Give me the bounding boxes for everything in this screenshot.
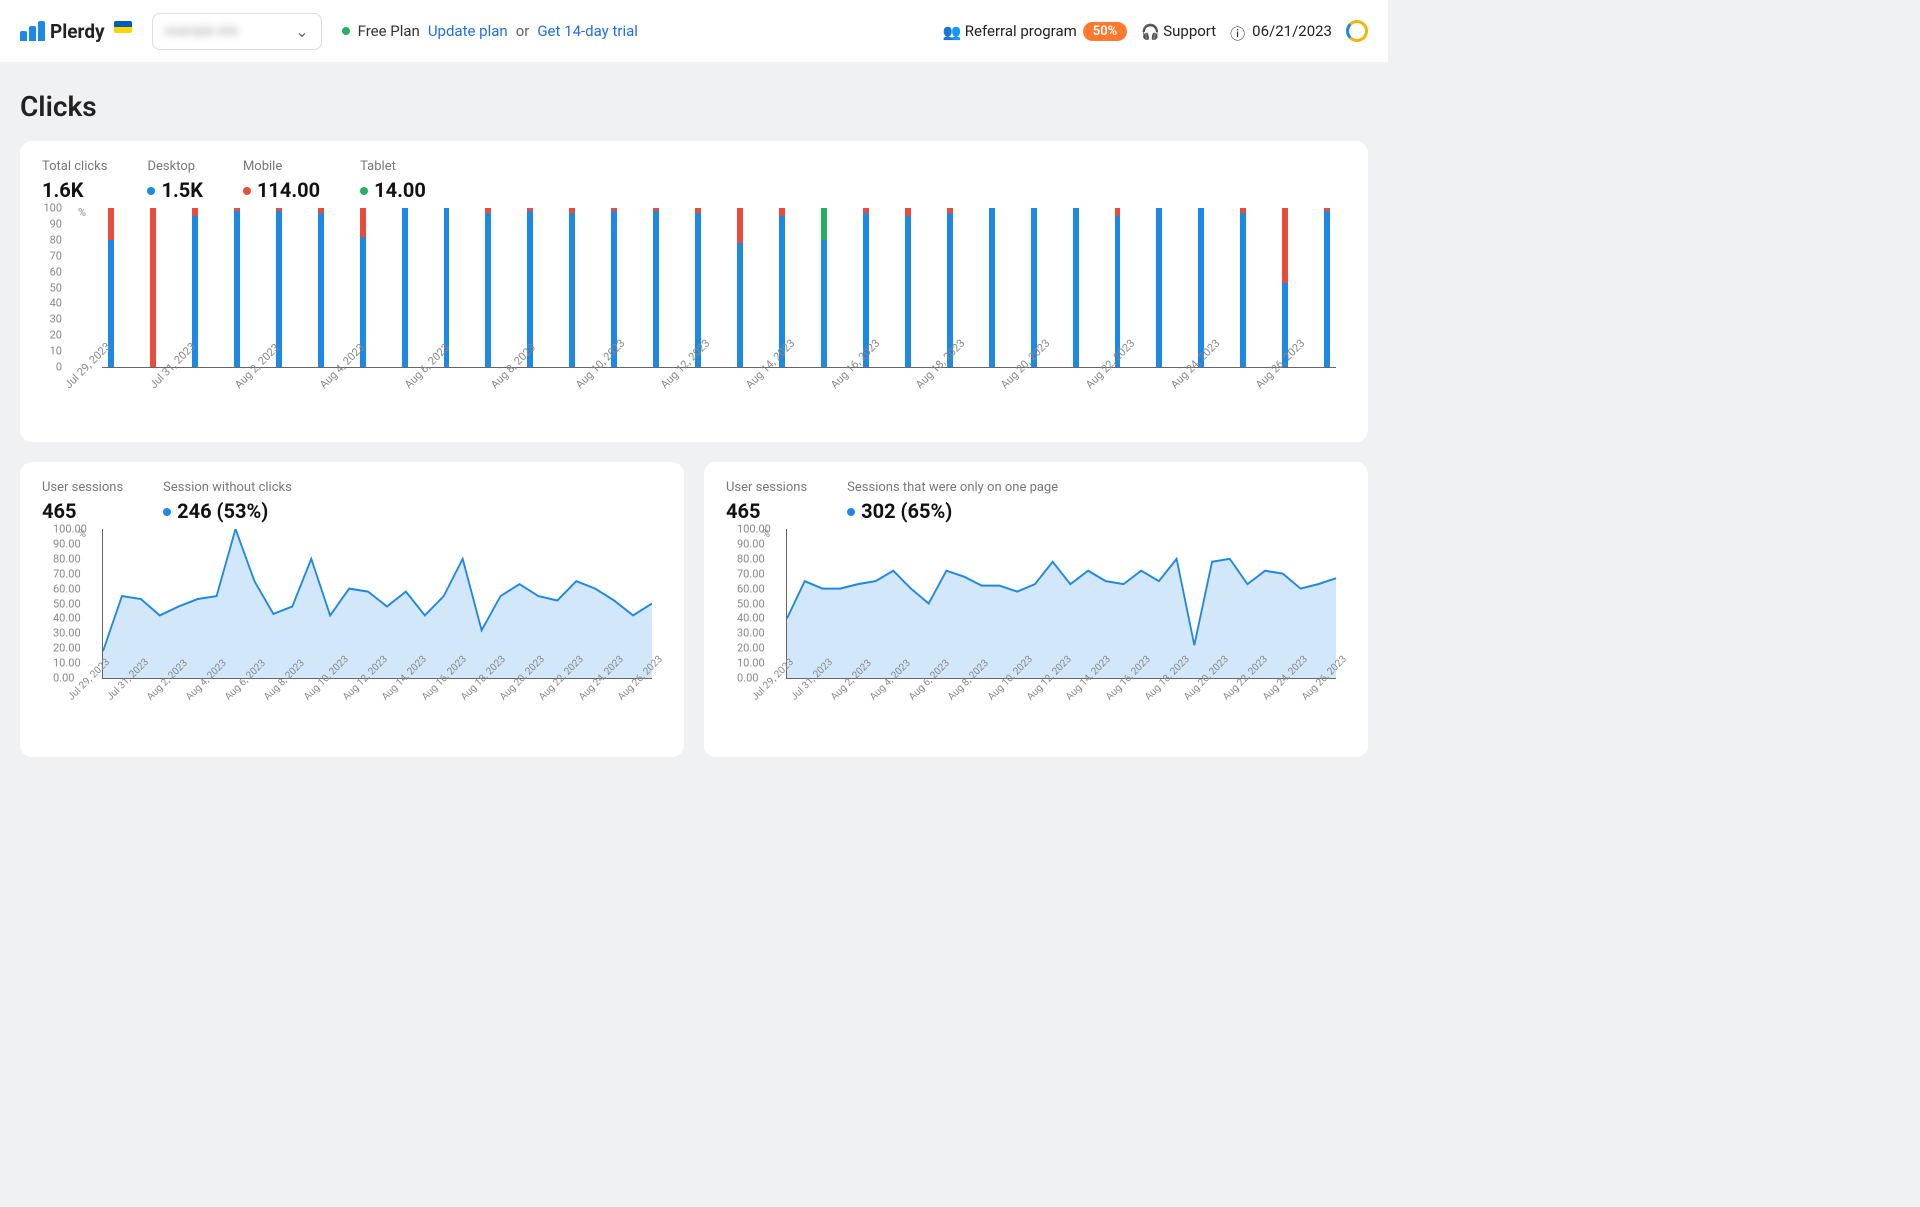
tablet-dot-icon — [360, 187, 368, 195]
clicks-card: Total clicks 1.6K Desktop 1.5K Mobile 11… — [20, 141, 1368, 442]
bar-Jul 30[interactable] — [150, 208, 156, 367]
referral-link[interactable]: 👥 Referral program 50% — [943, 22, 1127, 41]
site-selector-value: example site — [165, 24, 238, 39]
plan-label: Free Plan — [358, 22, 420, 40]
bar-Aug 15[interactable] — [821, 208, 827, 367]
one-page-label: Sessions that were only on one page — [847, 480, 1058, 495]
bar-Aug 9[interactable] — [569, 208, 575, 367]
bar-Aug 11[interactable] — [653, 208, 659, 367]
bar-Jul 29[interactable] — [108, 208, 114, 367]
brand-logo[interactable]: Plerdy — [20, 20, 132, 43]
stat-total: Total clicks 1.6K — [42, 159, 107, 202]
stat-tablet: Tablet 14.00 — [360, 159, 426, 202]
bar-plot: 0102030405060708090100 — [102, 208, 1336, 368]
headset-icon: 🎧 — [1141, 23, 1157, 39]
date-label: 06/21/2023 — [1252, 22, 1332, 40]
or-label: or — [516, 22, 530, 40]
sessions-label-2: User sessions — [726, 480, 807, 495]
trial-link[interactable]: Get 14-day trial — [537, 22, 638, 40]
sessions-line-chart: 0.0010.0020.0030.0040.0050.0060.0070.008… — [102, 529, 652, 679]
chevron-down-icon: ⌄ — [295, 22, 308, 41]
bar-Aug 25[interactable] — [1240, 208, 1246, 367]
no-click-stat: Session without clicks 246 (53%) — [163, 480, 292, 523]
bar-Aug 5[interactable] — [402, 208, 408, 367]
stat-total-label: Total clicks — [42, 159, 107, 174]
bar-Aug 2[interactable] — [276, 208, 282, 367]
bar-Aug 26[interactable] — [1282, 208, 1288, 367]
stat-mobile: Mobile 114.00 — [243, 159, 320, 202]
bar-Aug 23[interactable] — [1156, 208, 1162, 367]
plan-status-dot-icon — [342, 27, 350, 35]
bar-Aug 24[interactable] — [1198, 208, 1204, 367]
header-date: ⓘ 06/21/2023 — [1230, 22, 1332, 40]
stat-tablet-value: 14.00 — [360, 178, 426, 202]
one-page-card: User sessions 465 Sessions that were onl… — [704, 462, 1368, 757]
bar-Aug 7[interactable] — [485, 208, 491, 367]
sessions-value-2: 465 — [726, 499, 807, 523]
desktop-dot-icon — [147, 187, 155, 195]
bar-Aug 27[interactable] — [1324, 208, 1330, 367]
mobile-dot-icon — [243, 187, 251, 195]
one-page-dot-icon — [847, 508, 855, 516]
info-icon: ⓘ — [1230, 23, 1246, 39]
stat-desktop-value: 1.5K — [147, 178, 202, 202]
bar-Aug 21[interactable] — [1073, 208, 1079, 367]
clicks-bar-chart: % 0102030405060708090100 Jul 29, 2023Jul… — [42, 208, 1346, 424]
site-selector[interactable]: example site ⌄ — [152, 13, 322, 50]
stat-total-value: 1.6K — [42, 178, 107, 202]
support-label: Support — [1163, 22, 1216, 40]
stat-desktop: Desktop 1.5K — [147, 159, 202, 202]
bar-Aug 1[interactable] — [234, 208, 240, 367]
sessions-label: User sessions — [42, 480, 123, 495]
update-plan-link[interactable]: Update plan — [428, 22, 508, 40]
logo-bars-icon — [20, 21, 45, 41]
stat-mobile-value: 114.00 — [243, 178, 320, 202]
plan-row: Free Plan Update plan or Get 14-day tria… — [342, 22, 638, 40]
brand-text: Plerdy — [50, 20, 105, 43]
app-status-icon[interactable] — [1346, 20, 1368, 42]
bar-y-unit: % — [78, 206, 86, 219]
stat-mobile-label: Mobile — [243, 159, 320, 174]
sessions-card: User sessions 465 Session without clicks… — [20, 462, 684, 757]
bar-Aug 13[interactable] — [737, 208, 743, 367]
stat-tablet-label: Tablet — [360, 159, 426, 174]
support-link[interactable]: 🎧 Support — [1141, 22, 1216, 40]
page-title: Clicks — [20, 90, 1368, 123]
no-click-dot-icon — [163, 508, 171, 516]
bar-Aug 19[interactable] — [989, 208, 995, 367]
sessions-value: 465 — [42, 499, 123, 523]
sessions-stat: User sessions 465 — [42, 480, 123, 523]
ukraine-flag-icon — [114, 21, 132, 33]
bar-Aug 17[interactable] — [905, 208, 911, 367]
one-page-stat: Sessions that were only on one page 302 … — [847, 480, 1058, 523]
referral-icon: 👥 — [943, 23, 959, 39]
bar-Aug 3[interactable] — [318, 208, 324, 367]
one-page-line-chart: 0.0010.0020.0030.0040.0050.0060.0070.008… — [786, 529, 1336, 679]
referral-label: Referral program — [965, 22, 1077, 40]
one-page-value: 302 (65%) — [847, 499, 1058, 523]
bar-Aug 22[interactable] — [1115, 208, 1121, 367]
no-click-label: Session without clicks — [163, 480, 292, 495]
stat-desktop-label: Desktop — [147, 159, 202, 174]
referral-badge: 50% — [1083, 22, 1127, 41]
top-bar: Plerdy example site ⌄ Free Plan Update p… — [0, 0, 1388, 62]
sessions-stat-2: User sessions 465 — [726, 480, 807, 523]
no-click-value: 246 (53%) — [163, 499, 292, 523]
